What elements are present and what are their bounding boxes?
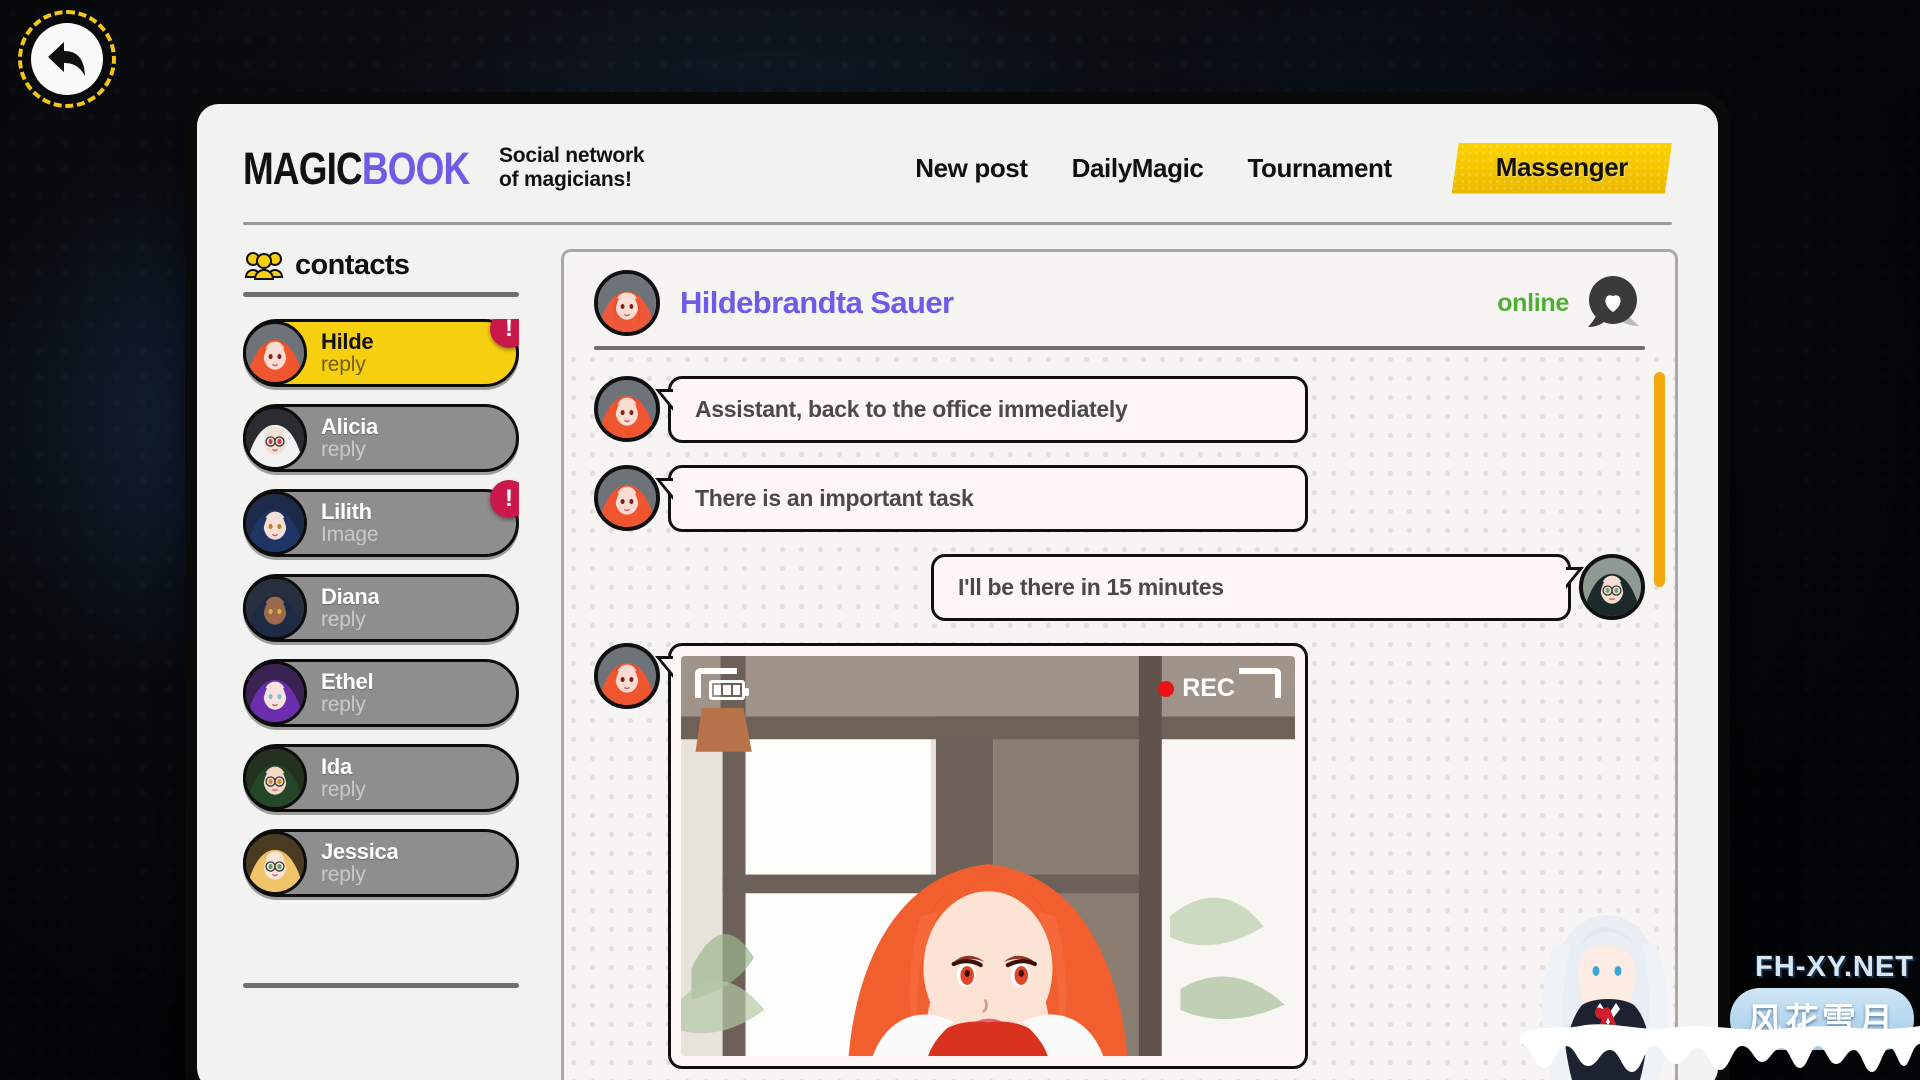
contact-item-alicia[interactable]: Alicia reply (243, 404, 519, 472)
chat-status-area: online (1497, 274, 1645, 332)
tagline: Social network of magicians! (499, 144, 645, 191)
app-body: contacts Hilde reply ! Alicia reply Lili… (197, 225, 1718, 1080)
chat-scrollbar[interactable] (1654, 372, 1665, 992)
message-text: There is an important task (695, 485, 974, 511)
contact-item-diana[interactable]: Diana reply (243, 574, 519, 642)
logo-magic: MAGIC (243, 142, 363, 194)
brand: MAGICBOOK Social network of magicians! (243, 142, 645, 194)
heart-speech-bubble-icon[interactable] (1583, 274, 1645, 332)
logo-book: BOOK (361, 142, 470, 194)
contact-meta: Hilde reply (321, 331, 373, 376)
contacts-header: contacts (243, 249, 519, 282)
contact-avatar (243, 831, 307, 895)
contact-meta: Alicia reply (321, 416, 378, 461)
message-avatar (594, 643, 660, 709)
contact-status: reply (321, 863, 366, 886)
tagline-line-2: of magicians! (499, 168, 632, 191)
contact-status: reply (321, 353, 366, 376)
message-bubble-image[interactable]: REC (655, 643, 1308, 1069)
contact-meta: Ida reply (321, 756, 366, 801)
contact-unread-badge[interactable]: ! (490, 480, 519, 518)
contact-status: reply (321, 438, 366, 461)
message-row-outgoing: I'll be there in 15 minutes (594, 554, 1645, 621)
contact-item-jessica[interactable]: Jessica reply (243, 829, 519, 897)
contact-name: Jessica (321, 840, 399, 864)
back-button-disc (31, 23, 103, 95)
message-text: I'll be there in 15 minutes (958, 574, 1224, 600)
contact-avatar (243, 746, 307, 810)
nav-item-massenger[interactable]: Massenger (1451, 142, 1672, 194)
nav-cta-label: Massenger (1495, 151, 1629, 182)
contact-item-hilde[interactable]: Hilde reply ! (243, 319, 519, 387)
contact-name: Alicia (321, 415, 378, 439)
contact-avatar (243, 321, 307, 385)
message-avatar (1579, 554, 1645, 620)
chat-contact-avatar[interactable] (594, 270, 660, 336)
contact-meta: Ethel reply (321, 671, 373, 716)
message-bubble: Assistant, back to the office immediatel… (655, 376, 1308, 443)
contacts-divider (243, 292, 519, 297)
main-nav: New post DailyMagic Tournament Massenger (915, 142, 1672, 194)
chat-panel: Hildebrandta Sauer online Assistant, bac… (561, 249, 1678, 1080)
contact-avatar (243, 491, 307, 555)
logo: MAGICBOOK (243, 142, 470, 194)
contact-name: Lilith (321, 500, 372, 524)
message-avatar (594, 465, 660, 531)
contact-avatar (243, 661, 307, 725)
chat-scrollbar-thumb[interactable] (1654, 372, 1665, 587)
contact-meta: Jessica reply (321, 841, 398, 886)
back-arrow-icon (48, 42, 85, 76)
message-bubble: I'll be there in 15 minutes (931, 554, 1584, 621)
message-row-incoming: REC (594, 643, 1645, 1069)
contact-avatar (243, 576, 307, 640)
watermark-site: FH-XY.NET (1755, 951, 1914, 983)
app-background: MAGICBOOK Social network of magicians! N… (0, 0, 1920, 1080)
message-avatar (594, 376, 660, 442)
contact-item-ethel[interactable]: Ethel reply (243, 659, 519, 727)
chat-contact-name: Hildebrandta Sauer (680, 285, 954, 320)
watermark-cn-label: 风花雪月 (1730, 988, 1914, 1050)
sidebar-bottom-divider (243, 983, 519, 988)
message-text: Assistant, back to the office immediatel… (695, 396, 1128, 422)
chat-header: Hildebrandta Sauer online (564, 252, 1675, 336)
contact-item-lilith[interactable]: Lilith Image ! (243, 480, 519, 557)
contacts-list[interactable]: Hilde reply ! Alicia reply Lilith Image … (243, 319, 519, 979)
chat-online-status: online (1497, 288, 1569, 317)
tagline-line-1: Social network (499, 144, 645, 168)
contact-status: reply (321, 778, 366, 801)
contact-unread-badge[interactable]: ! (490, 319, 519, 348)
contact-item-ida[interactable]: Ida reply (243, 744, 519, 812)
contact-meta: Lilith Image (321, 501, 378, 546)
contacts-list-fade (243, 925, 519, 979)
contact-status: reply (321, 608, 366, 631)
nav-item-dailymagic[interactable]: DailyMagic (1072, 153, 1204, 184)
message-row-incoming: There is an important task (594, 465, 1645, 532)
nav-item-tournament[interactable]: Tournament (1247, 153, 1392, 184)
back-button[interactable] (18, 10, 116, 108)
contacts-title: contacts (295, 249, 410, 281)
watermark-text: FH-XY.NET 风花雪月 (1730, 951, 1914, 1050)
contact-name: Diana (321, 585, 380, 609)
contact-status: reply (321, 693, 366, 716)
contacts-sidebar: contacts Hilde reply ! Alicia reply Lili… (243, 249, 519, 1080)
nav-cta-slab: Massenger (1451, 142, 1672, 194)
message-photo[interactable]: REC (681, 656, 1295, 1056)
app-window: MAGICBOOK Social network of magicians! N… (185, 92, 1730, 1080)
contact-avatar (243, 406, 307, 470)
contact-name: Ethel (321, 670, 374, 694)
message-bubble: There is an important task (655, 465, 1308, 532)
contact-name: Ida (321, 755, 352, 779)
app-window-inner: MAGICBOOK Social network of magicians! N… (197, 104, 1718, 1080)
app-header: MAGICBOOK Social network of magicians! N… (197, 104, 1718, 206)
people-group-icon (245, 251, 283, 280)
contact-name: Hilde (321, 330, 374, 354)
message-list: Assistant, back to the office immediatel… (564, 350, 1675, 1080)
contact-status: Image (321, 523, 379, 546)
message-row-incoming: Assistant, back to the office immediatel… (594, 376, 1645, 443)
nav-item-new-post[interactable]: New post (915, 153, 1028, 184)
contact-meta: Diana reply (321, 586, 379, 631)
